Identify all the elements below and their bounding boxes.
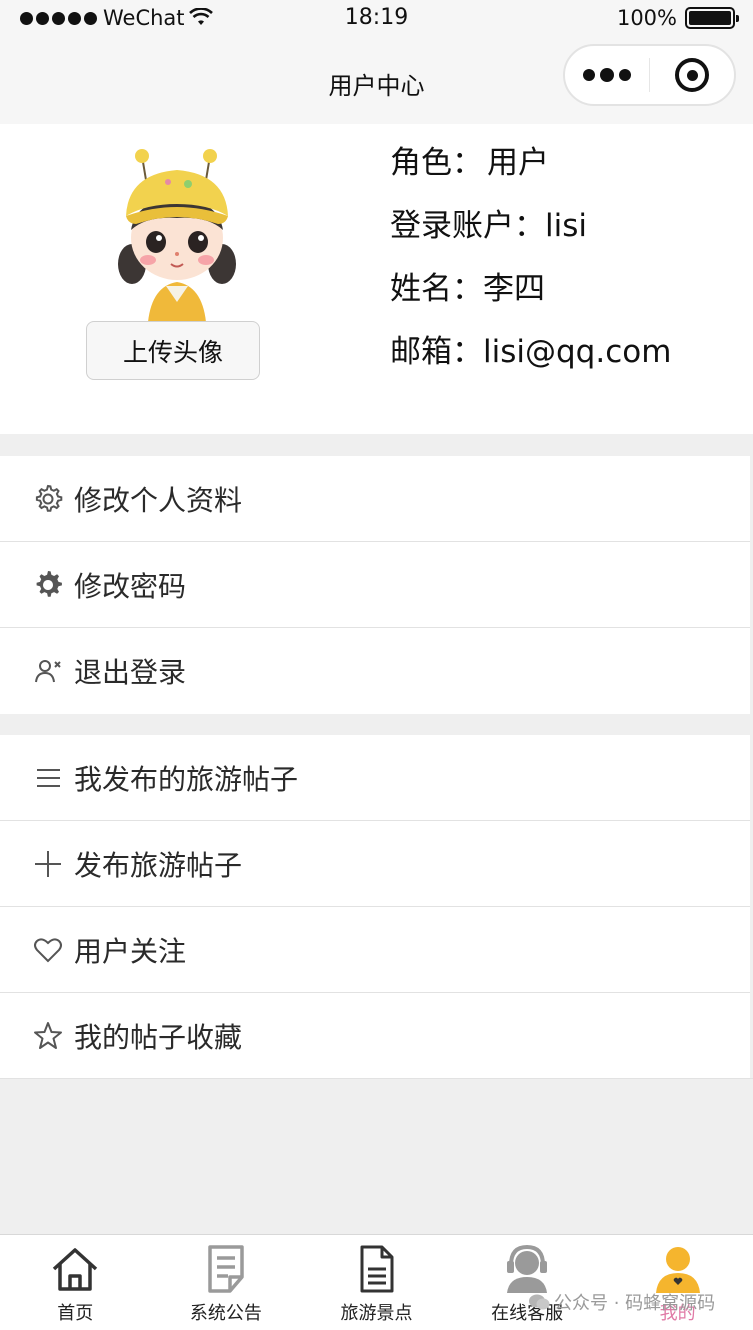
menu-item-label: 用户关注 (74, 934, 187, 968)
menu-item-edit-profile[interactable]: 修改个人资料 (0, 456, 750, 542)
role-value: 用户 (487, 145, 549, 181)
email-row: 邮箱：lisi@qq.com (390, 331, 671, 394)
tab-label: 系统公告 (189, 1303, 262, 1324)
menu-item-label: 退出登录 (74, 656, 187, 689)
nav-bar: 用户中心 (0, 38, 753, 124)
list-icon (32, 762, 64, 794)
name-row: 姓名：李四 (390, 268, 671, 331)
name-label: 姓名： (390, 271, 483, 307)
user-remove-icon (32, 655, 64, 687)
menu-item-label: 修改密码 (74, 569, 187, 603)
avatar[interactable] (108, 146, 246, 322)
profile-icon (652, 1243, 704, 1295)
email-label: 邮箱： (390, 334, 483, 370)
menu-item-publish-post[interactable]: 发布旅游帖子 (0, 821, 750, 907)
support-icon (501, 1243, 553, 1295)
tab-home[interactable]: 首页 (0, 1235, 151, 1330)
menu-item-label: 我发布的旅游帖子 (74, 762, 299, 796)
email-value: lisi@qq.com (483, 334, 672, 370)
account-label: 登录账户： (390, 208, 545, 244)
battery-icon (685, 7, 739, 29)
role-label: 角色： (390, 145, 483, 181)
upload-avatar-button[interactable]: 上传头像 (86, 321, 260, 380)
name-value: 李四 (483, 271, 545, 307)
profile-card: 上传头像 角色： 用户 登录账户：lisi 姓名：李四 邮箱：lisi@qq.co… (0, 124, 753, 434)
tab-bar: 首页 系统公告 旅游景点 在线客服 我的 (0, 1234, 753, 1330)
menu-item-label: 发布旅游帖子 (74, 848, 243, 882)
tab-mine[interactable]: 我的 (602, 1235, 753, 1330)
battery-percent: 100% (616, 6, 677, 30)
menu-item-follows[interactable]: 用户关注 (0, 907, 750, 993)
status-bar: WeChat 18:19 100% (0, 0, 753, 38)
heart-icon (32, 934, 64, 966)
document-icon (350, 1243, 402, 1295)
tab-label: 首页 (57, 1303, 94, 1324)
menu-item-logout[interactable]: 退出登录 (0, 628, 750, 714)
menu-item-my-posts[interactable]: 我发布的旅游帖子 (0, 735, 750, 821)
gear-outline-icon (32, 483, 64, 515)
menu-item-label: 修改个人资料 (74, 483, 243, 517)
tab-attractions[interactable]: 旅游景点 (301, 1235, 452, 1330)
wechat-icon (529, 1294, 550, 1310)
close-mini-program-button[interactable] (650, 46, 734, 104)
plus-icon (32, 848, 64, 880)
home-icon (49, 1243, 101, 1295)
tab-notices[interactable]: 系统公告 (151, 1235, 302, 1330)
account-row: 登录账户：lisi (390, 205, 671, 268)
section-divider (0, 1078, 753, 1079)
account-value: lisi (545, 208, 587, 244)
menu-item-label: 我的帖子收藏 (74, 1021, 243, 1054)
mini-program-capsule (563, 44, 736, 106)
target-icon (675, 58, 709, 92)
star-icon (32, 1020, 64, 1052)
notice-icon (200, 1243, 252, 1295)
watermark-text: 公众号 · 码蜂窝源码 (554, 1293, 716, 1314)
gear-filled-icon (32, 569, 64, 601)
travel-menu: 我发布的旅游帖子 发布旅游帖子 用户关注 我的帖子收藏 (0, 735, 750, 1079)
tab-label: 旅游景点 (340, 1303, 413, 1324)
account-menu: 修改个人资料 修改密码 退出登录 (0, 456, 750, 714)
tab-support[interactable]: 在线客服 (452, 1235, 603, 1330)
menu-item-change-password[interactable]: 修改密码 (0, 542, 750, 628)
battery-info: 100% (616, 6, 739, 30)
role-row: 角色： 用户 (390, 142, 671, 205)
menu-item-favorites[interactable]: 我的帖子收藏 (0, 993, 750, 1079)
watermark: 公众号 · 码蜂窝源码 (528, 1289, 715, 1315)
user-info: 角色： 用户 登录账户：lisi 姓名：李四 邮箱：lisi@qq.com (390, 142, 671, 394)
more-options-button[interactable] (565, 46, 649, 104)
